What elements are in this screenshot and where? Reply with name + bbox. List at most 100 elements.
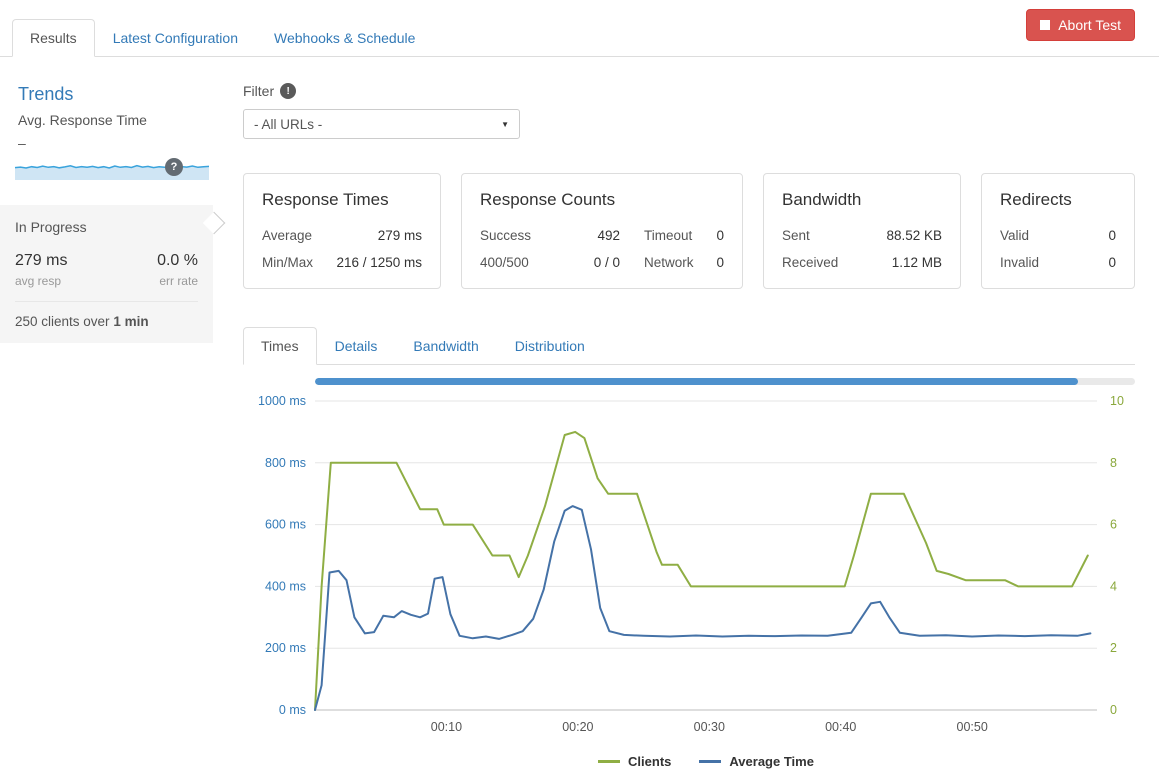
avg-resp-stat: 279 ms avg resp bbox=[15, 252, 67, 288]
row-label: Min/Max bbox=[262, 255, 314, 270]
row-label: Invalid bbox=[1000, 255, 1040, 270]
top-tab-bar: Results Latest Configuration Webhooks & … bbox=[0, 0, 1159, 57]
card-title: Response Counts bbox=[480, 190, 616, 209]
info-icon[interactable]: ! bbox=[280, 83, 297, 99]
card-row: Min/Max 216 / 1250 ms bbox=[262, 255, 422, 270]
summary-cards: Response Times Average 279 ms Min/Max 21… bbox=[243, 173, 1135, 289]
card-title: Bandwidth bbox=[782, 190, 862, 209]
bandwidth-card: Bandwidth Sent 88.52 KB Received 1.12 MB bbox=[763, 173, 961, 289]
card-row: Invalid 0 bbox=[1000, 255, 1116, 270]
row-label: Received bbox=[782, 255, 839, 270]
row-label: Success bbox=[480, 228, 532, 243]
err-rate-stat: 0.0 % err rate bbox=[157, 252, 198, 288]
row-value: 0 bbox=[716, 228, 724, 243]
trends-title: Trends bbox=[18, 84, 74, 104]
svg-text:6: 6 bbox=[1110, 518, 1117, 532]
test-summary-duration: 1 min bbox=[113, 314, 149, 329]
caret-down-icon: ▼ bbox=[501, 119, 509, 129]
row-value: 279 ms bbox=[377, 228, 422, 243]
tab-webhooks-schedule[interactable]: Webhooks & Schedule bbox=[256, 19, 433, 57]
url-filter-selected-value: - All URLs - bbox=[254, 116, 323, 132]
card-title: Response Times bbox=[262, 190, 389, 209]
err-rate-value: 0.0 % bbox=[157, 252, 198, 269]
test-summary: 250 clients over 1 min bbox=[15, 301, 198, 329]
avg-resp-label: avg resp bbox=[15, 274, 62, 288]
svg-text:1000 ms: 1000 ms bbox=[258, 394, 306, 408]
card-row: Received 1.12 MB bbox=[782, 255, 942, 270]
tab-distribution[interactable]: Distribution bbox=[497, 327, 603, 365]
svg-text:00:20: 00:20 bbox=[562, 720, 593, 734]
test-status: In Progress bbox=[15, 219, 87, 235]
row-value: 216 / 1250 ms bbox=[336, 255, 422, 270]
filter-label: Filter ! bbox=[243, 83, 297, 99]
tab-times[interactable]: Times bbox=[243, 327, 317, 365]
clients-line-swatch bbox=[598, 760, 621, 763]
svg-text:00:10: 00:10 bbox=[431, 720, 462, 734]
svg-text:0 ms: 0 ms bbox=[279, 703, 306, 717]
abort-test-label: Abort Test bbox=[1058, 17, 1121, 33]
avg-resp-value: 279 ms bbox=[15, 252, 68, 269]
card-title: Redirects bbox=[1000, 190, 1072, 209]
legend-item-clients: Clients bbox=[598, 754, 671, 769]
row-label: Valid bbox=[1000, 228, 1030, 243]
url-filter-select[interactable]: - All URLs - ▼ bbox=[243, 109, 520, 139]
svg-text:400 ms: 400 ms bbox=[265, 579, 306, 593]
tab-details[interactable]: Details bbox=[317, 327, 396, 365]
help-icon[interactable]: ? bbox=[165, 158, 183, 176]
card-row: Success 492 Timeout 0 bbox=[480, 228, 724, 243]
svg-text:800 ms: 800 ms bbox=[265, 456, 306, 470]
row-label: Sent bbox=[782, 228, 810, 243]
tab-latest-configuration[interactable]: Latest Configuration bbox=[95, 19, 256, 57]
svg-text:8: 8 bbox=[1110, 456, 1117, 470]
abort-test-button[interactable]: Abort Test bbox=[1026, 9, 1135, 41]
card-row: Valid 0 bbox=[1000, 228, 1116, 243]
svg-text:0: 0 bbox=[1110, 703, 1117, 717]
row-value: 0 bbox=[1108, 228, 1116, 243]
sidebar: Trends Avg. Response Time – ? In Progres… bbox=[0, 57, 213, 769]
row-value: 1.12 MB bbox=[891, 255, 942, 270]
chart-legend: Clients Average Time bbox=[315, 754, 1097, 769]
filter-label-text: Filter bbox=[243, 83, 275, 99]
in-progress-panel: In Progress 279 ms avg resp 0.0 % err ra… bbox=[0, 205, 213, 343]
stop-icon bbox=[1040, 20, 1051, 30]
row-label: Network bbox=[644, 255, 694, 270]
legend-label-average-time: Average Time bbox=[729, 754, 814, 769]
main-content: Filter ! - All URLs - ▼ Response Times A… bbox=[213, 57, 1159, 769]
legend-item-average-time: Average Time bbox=[699, 754, 814, 769]
card-row: Sent 88.52 KB bbox=[782, 228, 942, 243]
row-label: Average bbox=[262, 228, 313, 243]
trends-sparkline-wrap: ? bbox=[13, 154, 211, 180]
filter-row: Filter ! - All URLs - ▼ bbox=[243, 83, 1135, 139]
err-rate-label: err rate bbox=[159, 274, 198, 288]
times-chart-panel: 0 ms 0 200 ms 2 400 ms 4 600 ms 6 800 ms 8 1000 ms… bbox=[243, 378, 1135, 769]
svg-text:4: 4 bbox=[1110, 579, 1117, 593]
tab-chart-bandwidth[interactable]: Bandwidth bbox=[395, 327, 496, 365]
svg-text:00:30: 00:30 bbox=[694, 720, 725, 734]
row-value: 492 bbox=[597, 228, 620, 243]
test-stats-row: 279 ms avg resp 0.0 % err rate bbox=[15, 252, 198, 288]
svg-text:00:50: 00:50 bbox=[957, 720, 988, 734]
row-label: Timeout bbox=[644, 228, 693, 243]
legend-label-clients: Clients bbox=[628, 754, 672, 769]
response-counts-card: Response Counts Success 492 Timeout 0 40… bbox=[461, 173, 743, 289]
svg-text:200 ms: 200 ms bbox=[265, 641, 306, 655]
svg-text:00:40: 00:40 bbox=[825, 720, 856, 734]
svg-text:10: 10 bbox=[1110, 394, 1124, 408]
times-chart: 0 ms 0 200 ms 2 400 ms 4 600 ms 6 800 ms 8 1000 ms… bbox=[258, 394, 1124, 734]
svg-text:2: 2 bbox=[1110, 641, 1117, 655]
test-progress-bar bbox=[315, 378, 1135, 385]
test-summary-prefix: 250 clients over bbox=[15, 314, 114, 329]
avg-response-time-label: Avg. Response Time bbox=[18, 112, 147, 128]
row-label: 400/500 bbox=[480, 255, 529, 270]
avg-response-time-value: – bbox=[18, 135, 26, 151]
svg-text:600 ms: 600 ms bbox=[265, 518, 306, 532]
test-progress-fill bbox=[315, 378, 1078, 385]
row-value: 0 / 0 bbox=[593, 255, 620, 270]
tab-results[interactable]: Results bbox=[12, 19, 95, 57]
average-time-line-swatch bbox=[699, 760, 722, 763]
card-row: Average 279 ms bbox=[262, 228, 422, 243]
row-value: 0 bbox=[716, 255, 724, 270]
row-value: 88.52 KB bbox=[886, 228, 942, 243]
redirects-card: Redirects Valid 0 Invalid 0 bbox=[981, 173, 1135, 289]
card-row: 400/500 0 / 0 Network 0 bbox=[480, 255, 724, 270]
